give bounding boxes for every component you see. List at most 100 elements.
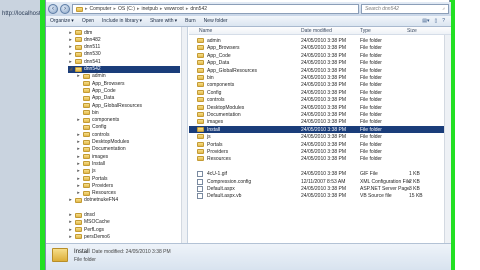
tree-item[interactable]: ▸ MSOCache — [68, 219, 180, 226]
tree-expander-icon[interactable]: ▸ — [68, 59, 73, 65]
tree-expander-icon[interactable]: ▸ — [76, 176, 81, 182]
breadcrumb-item[interactable]: wwwroot — [164, 6, 183, 12]
tree-item[interactable]: ▸ dnn511 — [68, 44, 180, 51]
tree-expander-icon[interactable]: ▸ — [68, 51, 73, 57]
file-list-scrollbar[interactable] — [444, 35, 451, 243]
column-size[interactable]: Size — [407, 28, 417, 34]
tree-expander-icon[interactable]: ▸ — [76, 161, 81, 167]
tree-expander-icon[interactable]: ▸ — [76, 117, 81, 123]
burn-button[interactable]: Burn — [185, 18, 196, 24]
file-row[interactable]: Default.aspx.vb 24/05/2010 3:38 PM VB Sour… — [189, 192, 444, 200]
tree-item[interactable]: ▸ js — [76, 168, 180, 175]
breadcrumb-separator[interactable]: ▸ — [160, 6, 163, 12]
column-type[interactable]: Type — [360, 28, 371, 34]
tree-item[interactable]: ▸ dnn541 — [68, 58, 180, 65]
file-row[interactable]: App_Browsers 24/05/2010 3:38 PM File folde… — [189, 44, 444, 51]
column-name[interactable]: Name — [199, 28, 212, 34]
tree-item[interactable]: ▸ dnn530 — [68, 51, 180, 58]
tree-item[interactable]: ▸ dotnetnukeFN4 — [68, 197, 180, 204]
tree-item[interactable]: ▸ dnsd — [68, 212, 180, 219]
file-row[interactable]: bin 24/05/2010 3:38 PM File folder — [189, 74, 444, 81]
tree-item[interactable]: ▸ images — [76, 153, 180, 160]
tree-item[interactable]: ▸ DesktopModules — [76, 139, 180, 146]
view-options-icon[interactable]: ▤▾ — [422, 18, 429, 24]
file-row[interactable]: App_Data 24/05/2010 3:38 PM File folder — [189, 59, 444, 66]
breadcrumb-item[interactable]: dnn542 — [190, 6, 207, 12]
breadcrumb-separator[interactable]: ▸ — [137, 6, 140, 12]
file-row[interactable]: components 24/05/2010 3:38 PM File folder — [189, 81, 444, 88]
tree-expander-icon[interactable]: ◢ — [68, 66, 73, 72]
file-row[interactable]: images 24/05/2010 3:38 PM File folder — [189, 118, 444, 125]
tree-item[interactable]: ▸ persDemo6 — [68, 233, 180, 240]
tree-expander-icon[interactable]: ▸ — [68, 37, 73, 43]
tree-item[interactable]: ▸ Resources — [76, 190, 180, 197]
tree-item[interactable]: ▸ components — [76, 117, 180, 124]
tree-expander-icon[interactable]: ▸ — [76, 139, 81, 145]
tree-expander-icon[interactable]: ▸ — [76, 73, 81, 79]
preview-pane-icon[interactable]: ▯ — [434, 18, 437, 24]
tree-expander-icon[interactable]: ▸ — [76, 132, 81, 138]
file-row[interactable]: Config 24/05/2010 3:38 PM File folder — [189, 89, 444, 96]
tree-expander-icon[interactable]: ▸ — [76, 146, 81, 152]
help-icon[interactable]: ? — [442, 18, 445, 24]
file-row[interactable]: App_Code 24/05/2010 3:38 PM File folder — [189, 52, 444, 59]
tree-item[interactable]: ▸ Providers — [76, 182, 180, 189]
file-row[interactable]: Resources 24/05/2010 3:38 PM File folder — [189, 155, 444, 162]
file-row[interactable]: Default.aspx 24/05/2010 3:38 PM ASP.NET Se… — [189, 185, 444, 192]
search-input[interactable]: Search dnn542 ⌕ — [361, 4, 449, 14]
tree-item[interactable]: ▸ admin — [76, 73, 180, 80]
tree-item[interactable]: ▸ dnn482 — [68, 36, 180, 43]
file-row[interactable]: Providers 24/05/2010 3:38 PM File folder — [189, 148, 444, 155]
include-in-library-button[interactable]: Include in library ▾ — [102, 18, 142, 24]
organize-button[interactable]: Organize ▾ — [50, 18, 74, 24]
file-row[interactable]: Documentation 24/05/2010 3:38 PM File fold… — [189, 111, 444, 118]
tree-expander-icon[interactable]: ▸ — [68, 197, 73, 203]
tree-item[interactable]: ▸ dtm — [68, 29, 180, 36]
new-folder-button[interactable]: New folder — [204, 18, 228, 24]
file-row[interactable]: Portals 24/05/2010 3:38 PM File folder — [189, 141, 444, 148]
tree-item[interactable]: ◢ dnn542 — [68, 65, 180, 73]
tree-item[interactable]: App_Code — [76, 87, 180, 94]
tree-expander-icon[interactable]: ▸ — [68, 234, 73, 240]
navigation-scrollbar[interactable] — [181, 27, 187, 243]
tree-item[interactable]: ▸ Documentation — [76, 146, 180, 153]
address-bar[interactable]: ▸ Computer ▸ OS (C:) ▸ inetpub ▸ wwwroot ▸ dnn542 — [72, 4, 359, 14]
tree-expander-icon[interactable]: ▸ — [68, 44, 73, 50]
breadcrumb-item[interactable]: Computer — [90, 6, 112, 12]
column-date-modified[interactable]: Date modified — [301, 28, 332, 34]
back-button[interactable]: ‹ — [48, 4, 58, 14]
tree-expander-icon[interactable]: ▸ — [76, 183, 81, 189]
forward-button[interactable]: › — [60, 4, 70, 14]
tree-expander-icon[interactable]: ▸ — [76, 168, 81, 174]
file-row[interactable]: App_GlobalResources 24/05/2010 3:38 PM Fil… — [189, 67, 444, 74]
tree-item[interactable] — [68, 204, 180, 211]
tree-item[interactable]: Config — [76, 124, 180, 131]
tree-expander-icon[interactable]: ▸ — [68, 219, 73, 225]
breadcrumb-separator[interactable]: ▸ — [85, 6, 88, 12]
file-row[interactable]: controls 24/05/2010 3:38 PM File folder — [189, 96, 444, 103]
tree-item[interactable]: bin — [76, 109, 180, 116]
file-row[interactable]: DesktopModules 24/05/2010 3:38 PM File fol… — [189, 104, 444, 111]
share-with-button[interactable]: Share with ▾ — [150, 18, 177, 24]
tree-item[interactable]: ▸ Portals — [76, 175, 180, 182]
tree-item[interactable]: ▸ PerfLogs — [68, 226, 180, 233]
file-row[interactable]: Install 24/05/2010 3:38 PM File folder — [189, 125, 444, 133]
tree-item[interactable]: App_GlobalResources — [76, 102, 180, 109]
file-row[interactable]: admin 24/05/2010 3:38 PM File folder — [189, 37, 444, 44]
tree-expander-icon[interactable]: ▸ — [76, 190, 81, 196]
breadcrumb-item[interactable]: inetpub — [141, 6, 157, 12]
breadcrumb-separator[interactable]: ▸ — [186, 6, 189, 12]
file-row[interactable]: 4cU-1.gif 24/05/2010 3:38 PM GIF File 1 KB — [189, 170, 444, 178]
tree-item[interactable]: ▸ Install — [76, 160, 180, 167]
tree-item[interactable]: ▸ controls — [76, 131, 180, 138]
tree-expander-icon[interactable]: ▸ — [68, 30, 73, 36]
tree-item[interactable]: App_Data — [76, 95, 180, 102]
file-row[interactable]: js 24/05/2010 3:38 PM File folder — [189, 133, 444, 140]
file-row[interactable] — [189, 163, 444, 170]
tree-expander-icon[interactable]: ▸ — [68, 212, 73, 218]
file-row[interactable]: Compression.config 12/11/2007 8:53 AM XML … — [189, 178, 444, 185]
breadcrumb-separator[interactable]: ▸ — [113, 6, 116, 12]
breadcrumb-item[interactable]: OS (C:) — [118, 6, 135, 12]
open-button[interactable]: Open — [82, 18, 94, 24]
tree-item[interactable]: App_Browsers — [76, 80, 180, 87]
